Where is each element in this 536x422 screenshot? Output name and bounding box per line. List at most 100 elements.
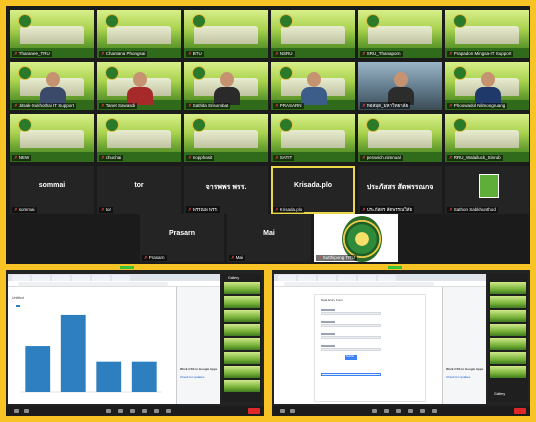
participant-name-label: ✗Sutthipong TRU	[316, 255, 357, 261]
muted-mic-icon: ✗	[449, 51, 453, 56]
participant-name-label: ✗พรรณพ พรร.	[186, 206, 221, 213]
participant-name-label: ✗Tanet Sawasdi	[99, 103, 138, 109]
participant-tile[interactable]: ✗nopphasit	[184, 114, 268, 162]
participant-tile[interactable]: ✗Sutthipong TRU	[314, 214, 398, 262]
muted-mic-icon: ✗	[275, 207, 279, 212]
participant-tile[interactable]: ✗SRU_Thanaporn	[358, 10, 442, 58]
muted-mic-icon: ✗	[144, 255, 148, 260]
emblem-icon	[366, 14, 380, 28]
emblem-icon	[453, 66, 467, 80]
devtools-link-right[interactable]: Check for updates	[446, 375, 470, 379]
profile-picture	[479, 174, 499, 198]
participant-tile[interactable]: ✗Jitsak-Sukhothai IT Support	[10, 62, 94, 110]
participant-tile[interactable]: ✗Tanet Sawasdi	[97, 62, 181, 110]
participant-name-label: ✗NSRU	[273, 51, 295, 57]
form-field-focused[interactable]	[321, 373, 381, 376]
participant-video	[475, 70, 501, 105]
muted-mic-icon: ✗	[101, 51, 105, 56]
participant-video	[40, 70, 66, 105]
collage-frame: ✗Tharanee_TRU ✗Chantana Phongsai ✗BTU ✗NSRU…	[0, 0, 536, 422]
participant-tile[interactable]: ✗Sathita Srisombat	[184, 62, 268, 110]
browser-tabs[interactable]	[8, 274, 220, 281]
participant-tile[interactable]: จารพพร พรร. ✗พรรณพ พรร.	[184, 166, 268, 214]
participant-tile[interactable]: sommai ✗sommai	[10, 166, 94, 214]
participant-name-label: ✗Sathon Sabkhunthod	[447, 207, 498, 213]
emblem-icon	[18, 14, 32, 28]
muted-mic-icon: ✗	[362, 51, 366, 56]
participant-name-label: ✗RRU_Walailuck_Sinrub	[447, 155, 503, 161]
participant-tile[interactable]: ✗NEW	[10, 114, 94, 162]
browser-window: Untitled Work CSS in Google Apps Check f…	[8, 274, 220, 404]
chart-bar[interactable]	[131, 361, 157, 392]
muted-mic-icon: ✗	[449, 103, 453, 108]
participant-display-name: sommai	[38, 182, 66, 189]
devtools-link[interactable]: Check for updates	[180, 375, 204, 379]
side-panel-label[interactable]: Gallery	[228, 276, 239, 280]
data-entry-form: Data Entry Form Submit	[314, 294, 426, 402]
chart-bar[interactable]	[96, 361, 122, 392]
muted-mic-icon: ✗	[275, 51, 279, 56]
leave-button-right[interactable]	[514, 408, 526, 414]
emblem-icon	[453, 118, 467, 132]
participant-tile[interactable]: ✗peravich.nimnual	[358, 114, 442, 162]
muted-mic-icon: ✗	[362, 207, 366, 212]
side-panel-label-right[interactable]: Gallery	[494, 392, 505, 396]
participant-tile[interactable]: ✗Sathon Sabkhunthod	[445, 166, 529, 214]
leave-button[interactable]	[248, 408, 260, 414]
participant-tile[interactable]: ✗PRASARN	[271, 62, 355, 110]
sharing-indicator	[120, 266, 134, 269]
emblem-icon	[18, 66, 32, 80]
participant-display-name: Krisada.plo	[293, 182, 333, 189]
participant-tile[interactable]: ✗หอสมุด_มหาวิทยาลัย	[358, 62, 442, 110]
emblem-icon	[192, 66, 206, 80]
emblem-icon	[279, 14, 293, 28]
muted-mic-icon: ✗	[318, 255, 322, 260]
participant-tile[interactable]: Mai ✗Mai	[227, 214, 311, 262]
form-field[interactable]	[321, 348, 381, 351]
muted-mic-icon: ✗	[188, 103, 192, 108]
participant-name-label: ✗Phoowadol Nilmongruang	[447, 103, 508, 109]
sharing-indicator-right	[388, 266, 402, 269]
participant-tile[interactable]: ✗chuchai	[97, 114, 181, 162]
participant-tile[interactable]: ✗Tharanee_TRU	[10, 10, 94, 58]
form-field[interactable]	[321, 312, 381, 315]
submit-button[interactable]: Submit	[345, 355, 357, 360]
participant-display-name: จารพพร พรร.	[205, 184, 247, 191]
participant-name-label: ✗SRU_Thanaporn	[360, 51, 403, 57]
gallery-side-panel: Gallery	[222, 274, 262, 402]
participant-tile[interactable]: Krisada.plo ✗Krisada.plo	[271, 166, 355, 214]
bar-chart: Untitled	[12, 296, 170, 400]
emblem-icon	[366, 118, 380, 132]
devtools-heading: Work CSS in Google Apps	[180, 367, 218, 371]
participant-name-label: ✗sommai	[12, 207, 37, 213]
participant-tile[interactable]: ประภัสสร สัตพรรณกจ ✗ประภัสสร สัตพรรณวิสัย	[358, 166, 442, 214]
chart-bar[interactable]	[25, 346, 51, 392]
participant-tile[interactable]: ✗RRU_Walailuck_Sinrub	[445, 114, 529, 162]
participant-tile[interactable]: tor ✗tor	[97, 166, 181, 214]
participant-tile[interactable]: ✗SATIT	[271, 114, 355, 162]
participant-name-label: ✗Krisada.plo	[273, 207, 305, 213]
emblem-icon	[192, 14, 206, 28]
emblem-icon	[279, 118, 293, 132]
participant-tile[interactable]: ✗Chantana Phongsai	[97, 10, 181, 58]
form-field[interactable]	[321, 336, 381, 339]
participant-name-label: ✗Jitsak-Sukhothai IT Support	[12, 103, 76, 109]
muted-mic-icon: ✗	[14, 207, 18, 212]
form-field[interactable]	[321, 324, 381, 327]
zoom-toolbar-right	[272, 406, 530, 416]
participant-tile[interactable]: ✗BTU	[184, 10, 268, 58]
emblem-icon	[18, 118, 32, 132]
participant-video	[214, 70, 240, 105]
muted-mic-icon: ✗	[362, 155, 366, 160]
browser-tabs-right[interactable]	[274, 274, 486, 281]
participant-tile[interactable]: ✗NSRU	[271, 10, 355, 58]
participant-tile[interactable]: ✗Phoowadol Nilmongruang	[445, 62, 529, 110]
muted-mic-icon: ✗	[362, 103, 366, 108]
participant-name-label: ✗BTU	[186, 51, 204, 57]
chart-bar[interactable]	[60, 314, 86, 392]
participant-tile[interactable]: ✗Prapadon Mingsa-IT Support	[445, 10, 529, 58]
muted-mic-icon: ✗	[101, 207, 105, 212]
participant-tile[interactable]: Prasarn ✗Prasarn	[140, 214, 224, 262]
muted-mic-icon: ✗	[101, 103, 105, 108]
muted-mic-icon: ✗	[275, 103, 279, 108]
